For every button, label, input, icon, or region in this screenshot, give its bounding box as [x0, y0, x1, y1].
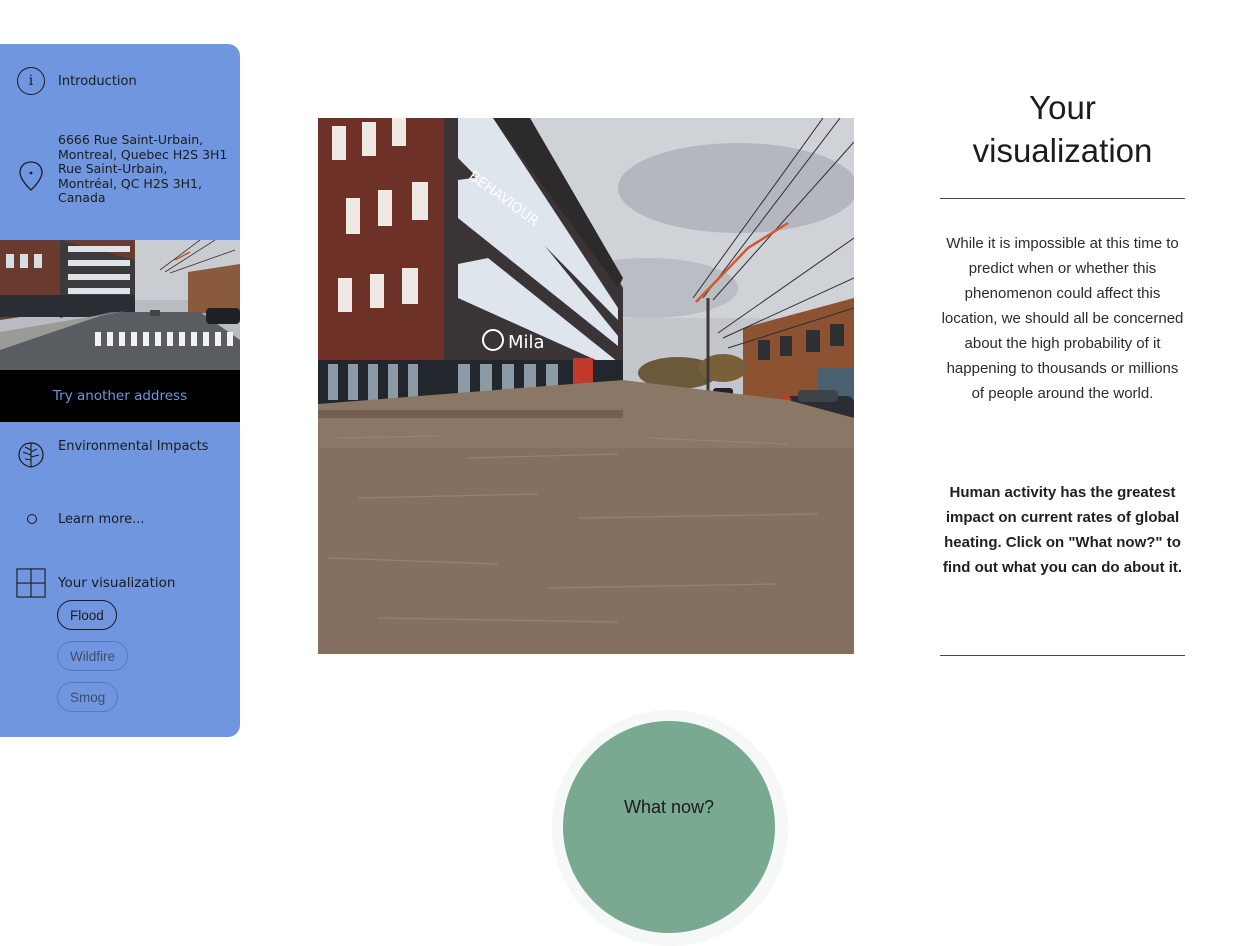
sidebar-item-address[interactable]: 6666 Rue Saint-Urbain, Montreal, Quebec …: [0, 132, 240, 223]
visualization-info-panel: Your visualization While it is impossibl…: [940, 86, 1185, 656]
sidebar-item-your-visualization[interactable]: Your visualization: [0, 568, 240, 600]
sidebar-item-label: Your visualization: [58, 575, 176, 591]
circle-bullet-icon: [27, 514, 37, 524]
street-view-thumbnail: [0, 240, 240, 370]
svg-text:Mila: Mila: [508, 332, 545, 353]
sidebar-item-label: Environmental Impacts: [58, 439, 209, 454]
what-now-label: What now?: [623, 797, 715, 817]
info-icon: i: [16, 66, 46, 96]
tree-icon: [16, 440, 46, 470]
smog-option-button[interactable]: Smog: [57, 682, 119, 712]
sidebar-item-environmental-impacts[interactable]: Environmental Impacts: [0, 438, 240, 472]
flood-option-button[interactable]: Flood: [57, 600, 117, 630]
grid-icon: [16, 568, 46, 598]
address-text: 6666 Rue Saint-Urbain, Montreal, Quebec …: [58, 132, 228, 205]
divider: [940, 655, 1185, 656]
page-title: Your visualization: [972, 89, 1153, 169]
sidebar-item-label: Learn more...: [58, 512, 145, 527]
flooded-street-visualization: BEHAVIOUR Mila: [318, 118, 854, 654]
sidebar: i Introduction 6666 Rue Saint-Urbain, Mo…: [0, 44, 240, 737]
description-text: While it is impossible at this time to p…: [941, 235, 1184, 402]
sidebar-item-learn-more[interactable]: Learn more...: [0, 510, 240, 530]
sidebar-item-label: Introduction: [58, 74, 137, 89]
sidebar-item-introduction[interactable]: i Introduction: [0, 66, 240, 98]
call-to-action-text: Human activity has the greatest impact o…: [942, 484, 1183, 576]
what-now-button[interactable]: What now?: [563, 721, 775, 933]
wildfire-option-button[interactable]: Wildfire: [57, 641, 129, 671]
location-pin-icon: [16, 161, 46, 191]
try-another-address-button[interactable]: Try another address: [0, 370, 240, 422]
divider: [940, 198, 1185, 199]
